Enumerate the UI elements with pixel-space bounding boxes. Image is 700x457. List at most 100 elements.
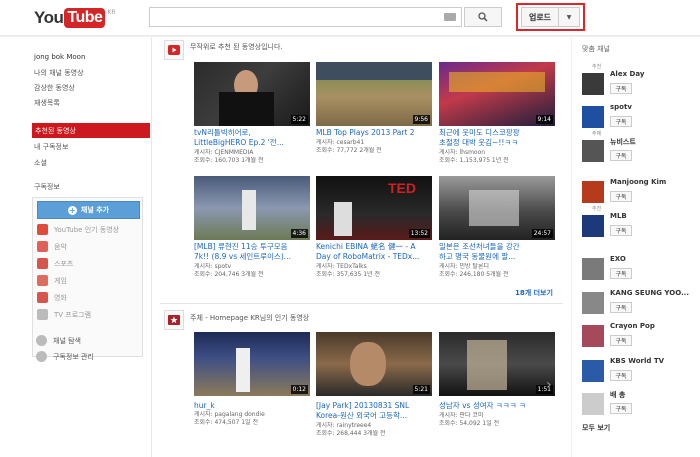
user-name-link[interactable]: jong bok Moon <box>34 53 85 61</box>
more-videos-link[interactable]: 18개 더보기 <box>515 288 553 298</box>
channel-avatar[interactable] <box>582 292 604 314</box>
channel-name[interactable]: 뉴비스트 <box>610 137 636 147</box>
video-title[interactable]: hur_k <box>194 401 312 411</box>
channel-name[interactable]: Manjoong Kim <box>610 178 666 186</box>
upload-dropdown-button[interactable]: ▼ <box>559 7 580 27</box>
channel-recommendation[interactable]: 추천 Alex Day 구독 <box>582 64 700 104</box>
sidebar-item-music[interactable]: 음악 <box>37 240 67 253</box>
channel-recommendation[interactable]: 추천 MLB 구독 <box>582 206 700 246</box>
channel-avatar[interactable] <box>582 181 604 203</box>
sidebar-item-social[interactable]: 소셜 <box>34 158 47 168</box>
video-uploader: 게시자: CJENMMEDIA <box>194 149 254 156</box>
video-title-line2[interactable]: 하고 명국 동물원에 팔... <box>439 252 557 262</box>
video-title[interactable]: [MLB] 류현진 11승 투구모음 <box>194 242 312 252</box>
channel-recommendation[interactable]: 배 총구독 <box>582 390 700 424</box>
video-title-line2[interactable]: Korea-원산 외국어 고등학... <box>316 411 434 421</box>
subscribe-button[interactable]: 구독 <box>610 268 632 279</box>
video-thumbnail[interactable]: 5:21 <box>316 332 432 396</box>
channel-name[interactable]: Alex Day <box>610 70 644 78</box>
guide-sidebar: jong bok Moon 나의 채널 동영상 감상한 동영상 재생목록 추천된… <box>0 37 152 457</box>
see-all-link[interactable]: 모두 보기 <box>582 423 610 433</box>
manage-subscriptions-link[interactable]: 구독정보 관리 <box>36 351 94 362</box>
subscribe-button[interactable]: 구독 <box>610 335 632 346</box>
channel-name[interactable]: KBS World TV <box>610 357 664 365</box>
video-uploader: 게시자: 민방 탈론디 <box>439 263 489 270</box>
subscribe-button[interactable]: 구독 <box>610 83 632 94</box>
channel-name[interactable]: MLB <box>610 212 627 220</box>
channel-recommendation[interactable]: KBS World TV 구독 <box>582 357 700 391</box>
channel-name[interactable]: 배 총 <box>610 390 625 400</box>
channel-recommendation[interactable]: 주체 뉴비스트 구독 <box>582 131 700 171</box>
chevron-right-icon[interactable]: › <box>546 377 552 393</box>
video-thumbnail[interactable]: 1:51 <box>439 332 555 396</box>
subscribe-button[interactable]: 구독 <box>610 191 632 202</box>
channel-recommendation[interactable]: KANG SEUNG YOO... 구독 <box>582 289 700 323</box>
video-title-line2[interactable]: 초절정 대박 웃김~!!ㅋㅋ <box>439 138 557 148</box>
video-title[interactable]: 최근에 웃미도 디스코팡팡 <box>439 128 557 138</box>
upload-button[interactable]: 업로드 <box>521 7 559 27</box>
video-title[interactable]: Kenichi EBINA 蛯名 健一 - A <box>316 242 434 252</box>
video-title[interactable]: [Jay Park] 20130831 SNL <box>316 401 434 411</box>
sidebar-item-my-channel[interactable]: 나의 채널 동영상 <box>34 68 84 78</box>
video-title-line2[interactable]: LittleBigHERO Ep.2 '전... <box>194 138 312 148</box>
sidebar-item-playlists[interactable]: 재생목록 <box>34 98 60 108</box>
channel-name[interactable]: spotv <box>610 103 632 111</box>
channel-name[interactable]: EXO <box>610 255 626 263</box>
chevron-down-icon: ▼ <box>566 13 572 21</box>
sidebar-item-history[interactable]: 감상한 동영상 <box>34 83 75 93</box>
search-input[interactable] <box>149 7 462 27</box>
channel-recommendation[interactable]: Crayon Pop 구독 <box>582 322 700 356</box>
youtube-logo[interactable]: You Tube KR <box>34 8 116 28</box>
video-title[interactable]: MLB Top Plays 2013 Part 2 <box>316 128 434 138</box>
sidebar-item-movies[interactable]: 영화 <box>37 291 67 304</box>
sidebar-item-popular[interactable]: YouTube 인기 동영상 <box>37 223 119 236</box>
subscribe-button[interactable]: 구독 <box>610 150 632 161</box>
video-title[interactable]: tvN리틀빅히어로, <box>194 128 312 138</box>
video-thumbnail[interactable]: 9:56 <box>316 62 432 126</box>
subscribe-button[interactable]: 구독 <box>610 116 632 127</box>
video-title[interactable]: 일본은 조선처녀들을 강간 <box>439 242 557 252</box>
gaming-icon <box>37 275 48 286</box>
subscribe-button[interactable]: 구독 <box>610 370 632 381</box>
sidebar-item-recommended[interactable]: 추천된 동영상 <box>32 123 150 138</box>
channel-avatar[interactable] <box>582 140 604 162</box>
channel-avatar[interactable] <box>582 215 604 237</box>
sidebar-item-subscriptions[interactable]: 내 구독정보 <box>34 142 68 152</box>
channel-avatar[interactable] <box>582 360 604 382</box>
channel-name[interactable]: Crayon Pop <box>610 322 655 330</box>
video-thumbnail[interactable]: 4:36 <box>194 176 310 240</box>
video-thumbnail[interactable]: TED 13:52 <box>316 176 432 240</box>
sidebar-item-sports[interactable]: 스포츠 <box>37 257 73 270</box>
video-stats: 조회수: 204,746 3개월 전 <box>194 271 264 278</box>
add-channel-button[interactable]: + 채널 추가 <box>37 201 140 219</box>
video-thumbnail[interactable]: 24:57 <box>439 176 555 240</box>
video-thumbnail[interactable]: 9:14 <box>439 62 555 126</box>
video-title-line2[interactable]: 7k!! (8.9 vs 세인트루이스)... <box>194 252 312 262</box>
channel-recommendation[interactable]: EXO 구독 <box>582 255 700 289</box>
sidebar-item-tv[interactable]: TV 프로그램 <box>37 308 91 321</box>
subscribe-button[interactable]: 구독 <box>610 225 632 236</box>
channel-name[interactable]: KANG SEUNG YOO... <box>610 289 689 297</box>
video-duration: 5:22 <box>290 115 308 124</box>
video-title[interactable]: 성남자 vs 성여자 ㅋㅋㅋ ㅋ <box>439 401 557 411</box>
video-title-line2[interactable]: Day of RoboMatrix - TEDx... <box>316 252 434 262</box>
subscribe-button[interactable]: 구독 <box>610 403 632 414</box>
video-thumbnail[interactable]: 5:22 <box>194 62 310 126</box>
channel-avatar[interactable] <box>582 73 604 95</box>
video-duration: 24:57 <box>531 229 553 238</box>
subscribe-button[interactable]: 구독 <box>610 302 632 313</box>
video-uploader: 게시자: lhsmoon <box>439 149 486 156</box>
search-button[interactable] <box>464 7 502 27</box>
sidebar-item-gaming[interactable]: 게임 <box>37 274 67 287</box>
video-uploader: 게시자: rainytreee4 <box>316 422 372 429</box>
gear-icon <box>36 351 47 362</box>
video-thumbnail[interactable]: 0:12 <box>194 332 310 396</box>
keyboard-icon[interactable] <box>444 13 456 21</box>
channel-avatar[interactable] <box>582 393 604 415</box>
channel-avatar[interactable] <box>582 325 604 347</box>
channel-avatar[interactable] <box>582 258 604 280</box>
channel-avatar[interactable] <box>582 106 604 128</box>
browse-channels-link[interactable]: 채널 탐색 <box>36 335 81 346</box>
add-channel-label: 채널 추가 <box>80 206 110 214</box>
video-uploader: 게시자: TEDxTalks <box>316 263 367 270</box>
